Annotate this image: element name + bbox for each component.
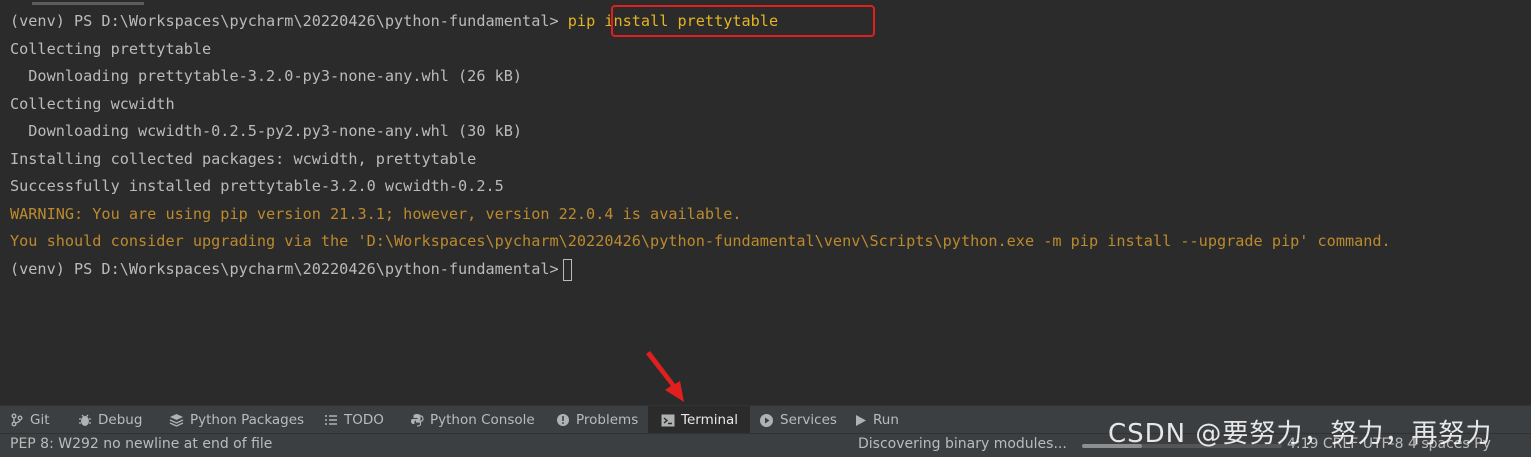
terminal-icon <box>661 414 675 427</box>
background-task-text[interactable]: Discovering binary modules... <box>858 436 1067 452</box>
warning-line: You should consider upgrading via the 'D… <box>10 232 1391 250</box>
output-line: Downloading wcwidth-0.2.5-py2.py3-none-a… <box>10 122 523 140</box>
scroll-indicator <box>32 2 144 5</box>
prompt-text: (venv) PS D:\Workspaces\pycharm\20220426… <box>10 12 559 30</box>
csdn-watermark: CSDN @要努力，努力，再努力 <box>1108 419 1493 449</box>
command-highlight-box <box>611 5 875 37</box>
tool-tab-problems[interactable]: Problems <box>556 406 638 434</box>
status-message[interactable]: PEP 8: W292 no newline at end of file <box>10 436 272 452</box>
tool-tab-services[interactable]: Services <box>759 406 837 434</box>
tool-tab-terminal[interactable]: Terminal <box>648 406 751 434</box>
tool-tab-label: Python Console <box>430 412 535 428</box>
output-line: Downloading prettytable-3.2.0-py3-none-a… <box>10 67 523 85</box>
terminal-panel[interactable]: (venv) PS D:\Workspaces\pycharm\20220426… <box>0 0 1531 405</box>
output-line: Collecting prettytable <box>10 40 212 58</box>
prompt-text: (venv) PS D:\Workspaces\pycharm\20220426… <box>10 260 559 278</box>
bug-icon <box>78 413 92 427</box>
tool-tab-label: Python Packages <box>190 412 305 428</box>
warning-line: WARNING: You are using pip version 21.3.… <box>10 205 742 223</box>
tool-tab-python-packages[interactable]: Python Packages <box>169 406 304 434</box>
tool-tab-git[interactable]: Git <box>10 406 50 434</box>
terminal-prompt-line[interactable]: (venv) PS D:\Workspaces\pycharm\20220426… <box>10 256 572 283</box>
tool-tab-label: TODO <box>344 412 384 428</box>
tool-tab-label: Git <box>30 412 50 428</box>
info-icon <box>556 413 570 427</box>
tool-tab-todo[interactable]: TODO <box>324 406 384 434</box>
tool-tab-debug[interactable]: Debug <box>78 406 142 434</box>
list-icon <box>324 414 338 426</box>
tool-tab-label: Services <box>780 412 837 428</box>
tool-tab-run[interactable]: Run <box>855 406 899 434</box>
services-icon <box>759 413 774 428</box>
output-line: Successfully installed prettytable-3.2.0… <box>10 177 504 195</box>
tool-tab-python-console[interactable]: Python Console <box>410 406 535 434</box>
tool-tab-label: Terminal <box>681 412 739 428</box>
play-icon <box>855 414 867 427</box>
red-arrow-annotation <box>646 351 684 402</box>
python-icon <box>410 413 424 427</box>
git-branch-icon <box>10 413 24 427</box>
tool-tab-label: Run <box>873 412 899 428</box>
packages-icon <box>169 413 184 427</box>
tool-tab-label: Problems <box>576 412 639 428</box>
output-line: Collecting wcwidth <box>10 95 175 113</box>
text-cursor <box>562 258 572 281</box>
tool-tab-label: Debug <box>98 412 143 428</box>
output-line: Installing collected packages: wcwidth, … <box>10 150 477 168</box>
